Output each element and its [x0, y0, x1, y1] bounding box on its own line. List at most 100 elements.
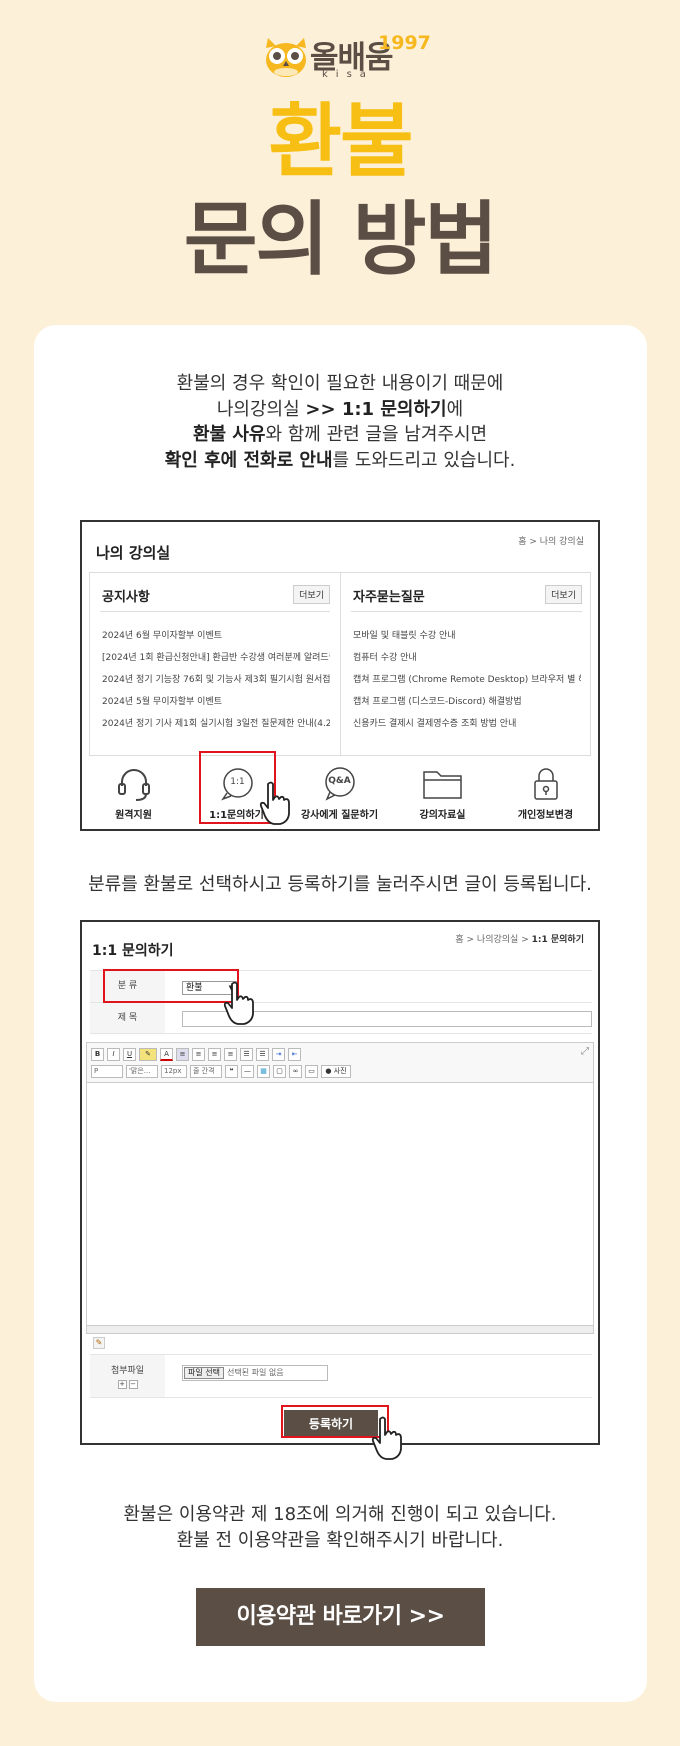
attachment-label-cell: 첨부파일 + − [90, 1355, 165, 1397]
intro-line-4: 확인 후에 전화로 안내를 도와드리고 있습니다. [0, 448, 680, 474]
notice-panel: 공지사항 더보기 2024년 6월 무이자할부 이벤트 [2024년 1회 환급… [90, 573, 341, 755]
attachment-label: 첨부파일 [110, 1366, 145, 1376]
toolbar-row-2: P '맑은... 12px 줄 간격 ❝ — ▦ ▢ ∞ ▭ ● 사진 [91, 1064, 351, 1078]
lock-icon [533, 768, 558, 800]
classroom-menu: 원격지원 1:1 1:1문의하기 Q&A 강사에게 질문하기 강의자료실 개인정… [82, 766, 598, 828]
pointer-hand-icon [371, 1416, 402, 1460]
pointer-hand-icon [259, 781, 290, 825]
pencil-icon[interactable]: ✎ [93, 1337, 105, 1349]
hero-title-bottom: 문의 방법 [183, 193, 498, 286]
page-title: 1:1 문의하기 [92, 943, 174, 959]
toolbar-row-1: B I U ✎ A ≡ ≡ ≡ ≡ ☰ ☰ ⇥ ⇤ [91, 1047, 301, 1061]
font-size-select[interactable]: 12px [161, 1064, 187, 1078]
owl-icon [266, 38, 306, 77]
ordered-list-button[interactable]: ☰ [240, 1047, 253, 1061]
file-select-button[interactable]: 파일 선택 [184, 1367, 224, 1379]
expand-icon[interactable]: ⤢ [581, 1046, 589, 1057]
unlink-button[interactable]: ▭ [305, 1064, 318, 1078]
qna-glyph: Q&A [328, 776, 351, 786]
line-height-select[interactable]: 줄 간격 [190, 1064, 222, 1078]
remove-file-button[interactable]: − [128, 1380, 138, 1389]
outdent-button[interactable]: ⇤ [288, 1047, 301, 1061]
faq-title: 자주묻는질문 [353, 590, 425, 605]
notice-title: 공지사항 [102, 590, 150, 605]
breadcrumb-path: 홈 > 나의강의실 > [455, 935, 532, 945]
image-box-button[interactable]: ▢ [273, 1064, 286, 1078]
intro-text: 환불의 경우 확인이 필요한 내용이기 때문에 나의강의실 >> 1:1 문의하… [0, 371, 680, 473]
list-item[interactable]: 2024년 5월 무이자할부 이벤트 [102, 691, 330, 713]
horizontal-rule-button[interactable]: — [241, 1064, 254, 1078]
subject-label: 제 목 [90, 1003, 165, 1033]
italic-button[interactable]: I [107, 1047, 120, 1061]
list-item[interactable]: 신용카드 결제시 결제영수증 조회 방법 안내 [353, 713, 581, 735]
divider [100, 611, 330, 612]
table-button[interactable]: ▦ [257, 1064, 270, 1078]
bold-button[interactable]: B [91, 1047, 104, 1061]
pointer-hand-icon [223, 981, 254, 1025]
notice-more-button[interactable]: 더보기 [293, 585, 330, 604]
intro-line-2c: 에 [446, 398, 464, 420]
faq-more-button[interactable]: 더보기 [545, 585, 582, 604]
rich-text-editor[interactable]: B I U ✎ A ≡ ≡ ≡ ≡ ☰ ☰ ⇥ ⇤ P '맑은... 12px … [86, 1042, 594, 1349]
privacy-label: 개인정보변경 [517, 810, 574, 821]
materials-button[interactable]: 강의자료실 [391, 766, 494, 828]
font-color-button[interactable]: A [160, 1047, 173, 1061]
breadcrumb: 홈 > 나의 강의실 [518, 537, 584, 547]
materials-label: 강의자료실 [419, 810, 466, 821]
outro-line-2: 환불 전 이용약관을 확인해주시기 바랍니다. [176, 1529, 504, 1551]
terms-link-button[interactable]: 이용약관 바로가기 >> [196, 1588, 485, 1646]
editor-toolbar: B I U ✎ A ≡ ≡ ≡ ≡ ☰ ☰ ⇥ ⇤ P '맑은... 12px … [87, 1043, 593, 1083]
font-family-select[interactable]: '맑은... [126, 1064, 158, 1078]
outro-line-1: 환불은 이용약관 제 18조에 의거해 진행이 되고 있습니다. [123, 1504, 557, 1525]
notice-list: 2024년 6월 무이자할부 이벤트 [2024년 1회 환급신청안내] 환급반… [102, 625, 330, 735]
intro-line-4b: 를 도와드리고 있습니다. [332, 449, 516, 471]
list-item[interactable]: 2024년 정기 기사 제1회 실기시험 3일전 질문제한 안내(4.24- [102, 713, 330, 735]
list-item[interactable]: 2024년 정기 기능장 76회 및 기능사 제3회 필기시험 원서접수 [102, 669, 330, 691]
intro-line-2a: 나의강의실 [216, 398, 306, 420]
breadcrumb: 홈 > 나의강의실 > 1:1 문의하기 [455, 932, 584, 945]
intro-line-4a: 확인 후에 전화로 안내 [164, 449, 333, 471]
ask-instructor-label: 강사에게 질문하기 [300, 810, 379, 821]
file-input[interactable]: 파일 선택 선택된 파일 없음 [182, 1365, 328, 1381]
intro-line-3a: 환불 사유 [192, 424, 266, 445]
photo-button[interactable]: ● 사진 [321, 1064, 351, 1078]
list-item[interactable]: 캡쳐 프로그램 (디스코드-Discord) 해결방법 [353, 691, 581, 713]
intro-line-3b: 와 함께 관련 글을 남겨주시면 [265, 424, 488, 445]
highlight-button[interactable]: ✎ [139, 1047, 157, 1061]
add-file-button[interactable]: + [117, 1380, 127, 1389]
faq-panel: 자주묻는질문 더보기 모바일 및 태블릿 수강 안내 컴퓨터 수강 안내 캡쳐 … [341, 573, 592, 755]
attachment-row: 첨부파일 + − 파일 선택 선택된 파일 없음 [90, 1354, 592, 1398]
headset-icon [117, 769, 150, 801]
board-panels: 공지사항 더보기 2024년 6월 무이자할부 이벤트 [2024년 1회 환급… [89, 572, 591, 756]
underline-button[interactable]: U [123, 1047, 136, 1061]
indent-button[interactable]: ⇥ [272, 1047, 285, 1061]
highlight-box-category [103, 969, 239, 1003]
divider [351, 611, 582, 612]
qna-bubble-icon: Q&A [320, 766, 360, 802]
editor-resize-grip[interactable] [87, 1325, 593, 1333]
classroom-screenshot: 홈 > 나의 강의실 나의 강의실 공지사항 더보기 2024년 6월 무이자할… [80, 520, 600, 831]
quote-button[interactable]: ❝ [225, 1064, 238, 1078]
outro-text: 환불은 이용약관 제 18조에 의거해 진행이 되고 있습니다. 환불 전 이용… [0, 1502, 680, 1553]
brand-year: 1997 [378, 32, 431, 54]
marker-icon: ✎ [145, 1049, 151, 1058]
align-justify-button[interactable]: ≡ [224, 1047, 237, 1061]
ask-instructor-button[interactable]: Q&A 강사에게 질문하기 [288, 766, 391, 828]
remote-support-button[interactable]: 원격지원 [82, 766, 185, 828]
list-item[interactable]: [2024년 1회 환급신청안내] 환급반 수강생 여러분께 알려드립 [102, 647, 330, 669]
align-center-button[interactable]: ≡ [192, 1047, 205, 1061]
list-item[interactable]: 캡쳐 프로그램 (Chrome Remote Desktop) 브라우저 별 해… [353, 669, 581, 691]
privacy-button[interactable]: 개인정보변경 [494, 766, 597, 828]
link-button[interactable]: ∞ [289, 1064, 302, 1078]
align-left-button[interactable]: ≡ [176, 1047, 189, 1061]
list-item[interactable]: 모바일 및 태블릿 수강 안내 [353, 625, 581, 647]
faq-list: 모바일 및 태블릿 수강 안내 컴퓨터 수강 안내 캡쳐 프로그램 (Chrom… [353, 625, 581, 735]
intro-line-2b: >> 1:1 문의하기 [305, 398, 447, 420]
align-right-button[interactable]: ≡ [208, 1047, 221, 1061]
page-title: 나의 강의실 [96, 544, 171, 562]
list-item[interactable]: 2024년 6월 무이자할부 이벤트 [102, 625, 330, 647]
remote-support-label: 원격지원 [115, 810, 152, 821]
list-item[interactable]: 컴퓨터 수강 안내 [353, 647, 581, 669]
unordered-list-button[interactable]: ☰ [256, 1047, 269, 1061]
paragraph-select[interactable]: P [91, 1064, 123, 1078]
